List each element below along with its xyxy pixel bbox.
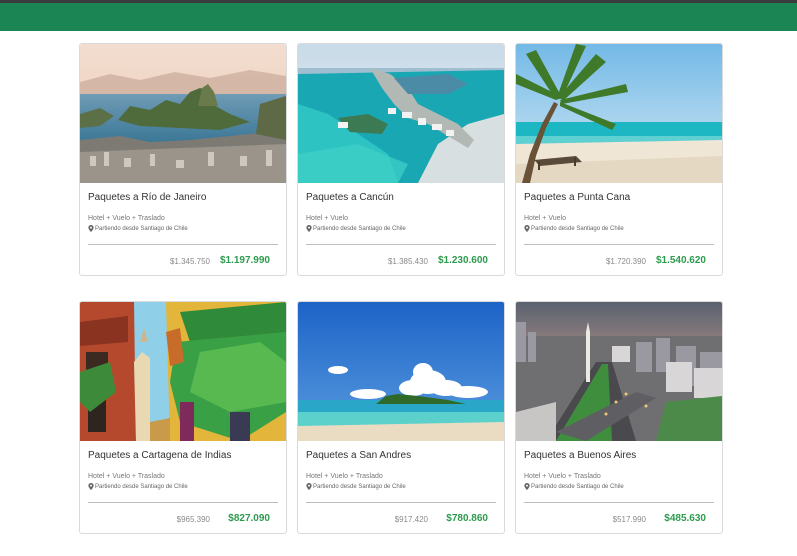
card-divider <box>306 244 496 245</box>
package-origin: Partiendo desde Santiago de Chile <box>306 483 406 490</box>
old-price: $1.720.390 <box>605 257 646 266</box>
current-price: $1.230.600 <box>437 255 488 266</box>
buenos-aires-photo <box>516 302 722 441</box>
package-features: Hotel + Vuelo + Traslado <box>524 473 601 480</box>
location-pin-icon <box>88 483 94 490</box>
package-features: Hotel + Vuelo + Traslado <box>88 473 165 480</box>
current-price: $1.197.990 <box>219 255 270 266</box>
package-features: Hotel + Vuelo + Traslado <box>306 473 383 480</box>
origin-label: Partiendo desde Santiago de Chile <box>313 483 406 490</box>
cartagena-photo <box>80 302 286 441</box>
origin-label: Partiendo desde Santiago de Chile <box>531 225 624 232</box>
card-divider <box>524 244 714 245</box>
old-price: $1.345.750 <box>169 257 210 266</box>
package-title[interactable]: Paquetes a Buenos Aires <box>524 450 636 461</box>
card-divider <box>88 502 278 503</box>
card-divider <box>306 502 496 503</box>
card-divider <box>88 244 278 245</box>
package-origin: Partiendo desde Santiago de Chile <box>88 225 188 232</box>
location-pin-icon <box>306 483 312 490</box>
site-header <box>0 3 797 31</box>
package-title[interactable]: Paquetes a Cartagena de Indias <box>88 450 231 461</box>
package-origin: Partiendo desde Santiago de Chile <box>88 483 188 490</box>
package-title[interactable]: Paquetes a San Andres <box>306 450 411 461</box>
package-features: Hotel + Vuelo <box>524 215 566 222</box>
old-price: $965.390 <box>176 515 210 524</box>
punta-cana-photo <box>516 44 722 183</box>
old-price: $1.385.430 <box>387 257 428 266</box>
rio-de-janeiro-photo <box>80 44 286 183</box>
card-divider <box>524 502 714 503</box>
current-price: $827.090 <box>228 513 270 524</box>
package-origin: Partiendo desde Santiago de Chile <box>524 225 624 232</box>
origin-label: Partiendo desde Santiago de Chile <box>95 225 188 232</box>
old-price: $517.990 <box>612 515 646 524</box>
cancun-photo <box>298 44 504 183</box>
origin-label: Partiendo desde Santiago de Chile <box>95 483 188 490</box>
current-price: $1.540.620 <box>655 255 706 266</box>
location-pin-icon <box>306 225 312 232</box>
location-pin-icon <box>524 225 530 232</box>
package-title[interactable]: Paquetes a Punta Cana <box>524 192 630 203</box>
package-card-rio-de-janeiro[interactable]: Paquetes a Río de Janeiro Hotel + Vuelo … <box>79 43 287 276</box>
package-origin: Partiendo desde Santiago de Chile <box>306 225 406 232</box>
package-card-cancun[interactable]: Paquetes a Cancún Hotel + Vuelo Partiend… <box>297 43 505 276</box>
package-features: Hotel + Vuelo <box>306 215 348 222</box>
location-pin-icon <box>88 225 94 232</box>
old-price: $917.420 <box>394 515 428 524</box>
current-price: $485.630 <box>664 513 706 524</box>
origin-label: Partiendo desde Santiago de Chile <box>313 225 406 232</box>
package-card-punta-cana[interactable]: Paquetes a Punta Cana Hotel + Vuelo Part… <box>515 43 723 276</box>
san-andres-photo <box>298 302 504 441</box>
origin-label: Partiendo desde Santiago de Chile <box>531 483 624 490</box>
package-title[interactable]: Paquetes a Río de Janeiro <box>88 192 206 203</box>
package-title[interactable]: Paquetes a Cancún <box>306 192 394 203</box>
location-pin-icon <box>524 483 530 490</box>
package-features: Hotel + Vuelo + Traslado <box>88 215 165 222</box>
package-card-buenos-aires[interactable]: Paquetes a Buenos Aires Hotel + Vuelo + … <box>515 301 723 534</box>
package-origin: Partiendo desde Santiago de Chile <box>524 483 624 490</box>
current-price: $780.860 <box>446 513 488 524</box>
package-card-cartagena-de-indias[interactable]: Paquetes a Cartagena de Indias Hotel + V… <box>79 301 287 534</box>
package-card-san-andres[interactable]: Paquetes a San Andres Hotel + Vuelo + Tr… <box>297 301 505 534</box>
